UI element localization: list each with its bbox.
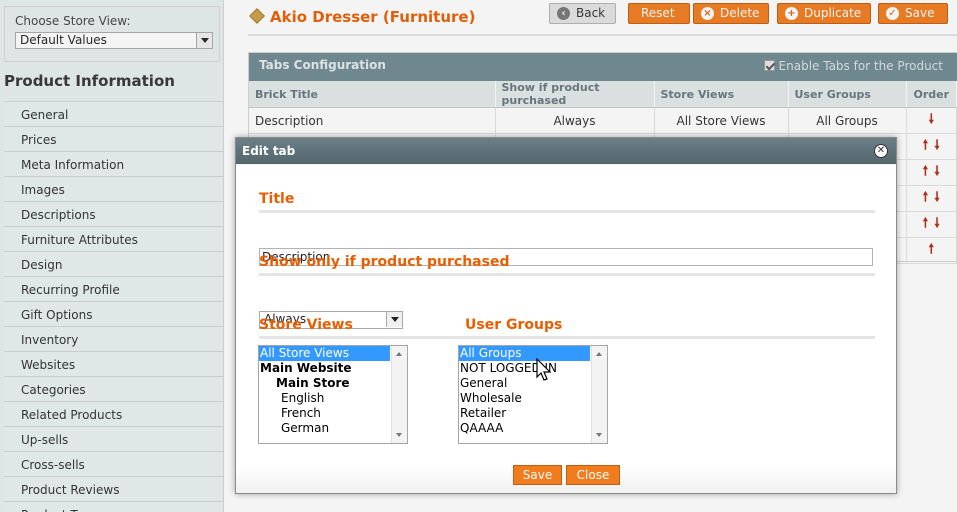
dialog-close-button[interactable]: Close	[566, 465, 620, 485]
edit-tab-dialog: Edit tab ✕ Title Description Show only i…	[235, 137, 897, 494]
chevron-down-icon[interactable]	[386, 312, 402, 327]
purchased-section-heading: Show only if product purchased	[259, 254, 510, 270]
store-views-listbox[interactable]: All Store Views Main Website Main Store …	[258, 345, 408, 444]
list-item[interactable]: English	[259, 391, 407, 406]
title-section-heading: Title	[259, 191, 295, 207]
dialog-body: Title Description Show only if product p…	[236, 165, 896, 493]
list-item[interactable]: QAAAA	[459, 421, 607, 436]
scrollbar[interactable]	[391, 346, 407, 443]
list-item[interactable]: Main Website	[259, 361, 407, 376]
scroll-up-icon[interactable]	[596, 352, 602, 356]
list-item[interactable]: German	[259, 421, 407, 436]
divider	[259, 273, 875, 276]
list-item[interactable]: NOT LOGGED IN	[459, 361, 607, 376]
scroll-down-icon[interactable]	[596, 433, 602, 437]
scroll-up-icon[interactable]	[396, 352, 402, 356]
scrollbar[interactable]	[591, 346, 607, 443]
dialog-header: Edit tab ✕	[236, 138, 896, 164]
list-item[interactable]: General	[459, 376, 607, 391]
user-groups-section-heading: User Groups	[465, 317, 563, 333]
user-groups-listbox[interactable]: All Groups NOT LOGGED IN General Wholesa…	[458, 345, 608, 444]
divider	[259, 210, 875, 213]
divider	[259, 336, 875, 339]
dialog-title: Edit tab	[242, 144, 296, 158]
list-item[interactable]: Wholesale	[459, 391, 607, 406]
list-item[interactable]: Retailer	[459, 406, 607, 421]
list-item[interactable]: All Store Views	[259, 346, 390, 361]
close-x-icon[interactable]: ✕	[874, 144, 888, 158]
scroll-down-icon[interactable]	[396, 433, 402, 437]
list-item[interactable]: French	[259, 406, 407, 421]
dialog-save-button[interactable]: Save	[513, 465, 562, 485]
mouse-pointer-icon	[536, 358, 552, 381]
list-item[interactable]: All Groups	[459, 346, 590, 361]
store-views-section-heading: Store Views	[259, 317, 353, 333]
list-item[interactable]: Main Store	[259, 376, 407, 391]
